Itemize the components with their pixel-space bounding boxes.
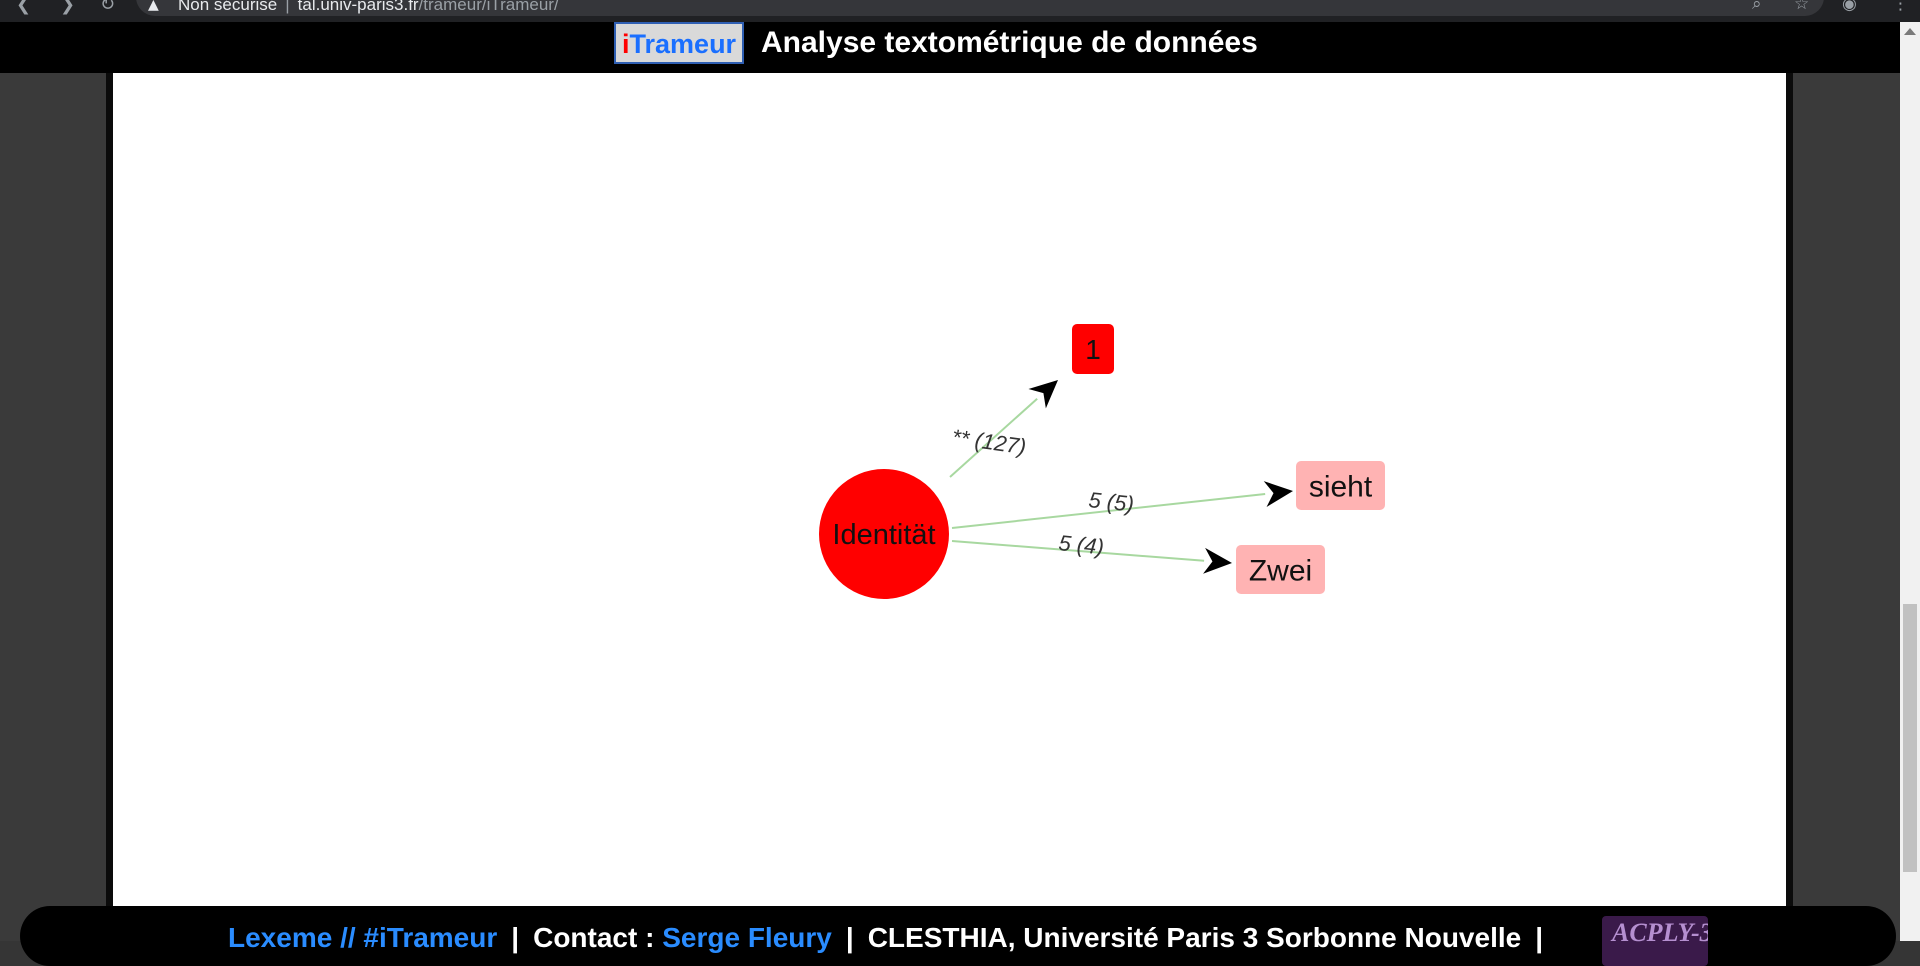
right-margin [1793,73,1900,941]
forward-icon[interactable]: ❯ [60,0,75,15]
university-logo-text: ACPLY-3 [1612,918,1708,947]
left-margin [0,73,106,941]
edge-arrowhead-n1 [1028,380,1058,409]
footer-separator-2: | [845,922,854,953]
scroll-thumb[interactable] [1903,604,1917,872]
node-label-identitat: Identität [832,519,935,551]
account-icon[interactable]: ◉ [1842,0,1857,14]
address-text[interactable]: Non sécurisé | tal.univ-paris3.fr/trameur/… [178,0,559,15]
footer-contact-label: Contact : [533,922,655,953]
edge-label-zwei: 5 (4) [1057,530,1105,560]
footer-lexeme-link[interactable]: Lexeme // #iTrameur [228,922,497,953]
warning-icon[interactable]: ▲ [148,0,159,13]
address-host: tal.univ-paris3.fr [297,0,419,14]
search-icon[interactable]: ⌕ [1752,0,1762,14]
page-header: iTrameur Analyse textométrique de donnée… [0,22,1900,73]
node-label-n1: 1 [1085,334,1101,365]
edge-arrowhead-zwei [1203,547,1232,574]
node-identitat[interactable]: Identität [819,469,949,599]
footer-text: Lexeme // #iTrameur | Contact : Serge Fleu… [228,922,1557,954]
node-sieht[interactable]: sieht [1296,461,1385,510]
footer-affiliation: CLESTHIA, Université Paris 3 Sorbonne No… [867,922,1522,953]
university-logo[interactable]: ACPLY-3 [1602,916,1708,966]
footer-contact-link[interactable]: Serge Fleury [662,922,832,953]
node-zwei[interactable]: Zwei [1236,545,1325,594]
star-icon[interactable]: ☆ [1794,0,1809,14]
node-label-zwei: Zwei [1249,554,1312,587]
page-scrollbar[interactable] [1900,22,1920,941]
cooccurrence-graph[interactable]: ** (127) 5 (5) 5 (4) Identität 1 sieht Zwei [113,73,1786,907]
logo-i: i [622,29,630,59]
logo-name: Trameur [629,29,737,59]
page-footer: Lexeme // #iTrameur | Contact : Serge Fleu… [20,906,1896,966]
itrameur-logo[interactable]: iTrameur [614,22,745,64]
page-title: Analyse textométrique de données [761,26,1258,59]
kebab-menu-icon[interactable]: ⋮ [1892,0,1909,14]
edge-label-sieht: 5 (5) [1087,487,1135,517]
footer-separator: | [511,922,520,953]
scroll-up-arrow-icon[interactable] [1904,28,1916,35]
reload-icon[interactable]: ↻ [100,0,115,15]
address-separator: | [285,0,290,14]
back-icon[interactable]: ❮ [16,0,31,15]
browser-toolbar: ❮ ❯ ↻ ▲ Non sécurisé | tal.univ-paris3.fr/… [0,0,1920,22]
edge-label-n1: ** (127) [950,424,1027,459]
footer-separator-3: | [1535,922,1544,953]
security-label: Non sécurisé [178,0,278,14]
edge-arrowhead-sieht [1263,481,1293,507]
node-label-sieht: sieht [1309,470,1373,503]
node-n1[interactable]: 1 [1072,324,1114,374]
address-path: /trameur/iTrameur/ [418,0,559,14]
